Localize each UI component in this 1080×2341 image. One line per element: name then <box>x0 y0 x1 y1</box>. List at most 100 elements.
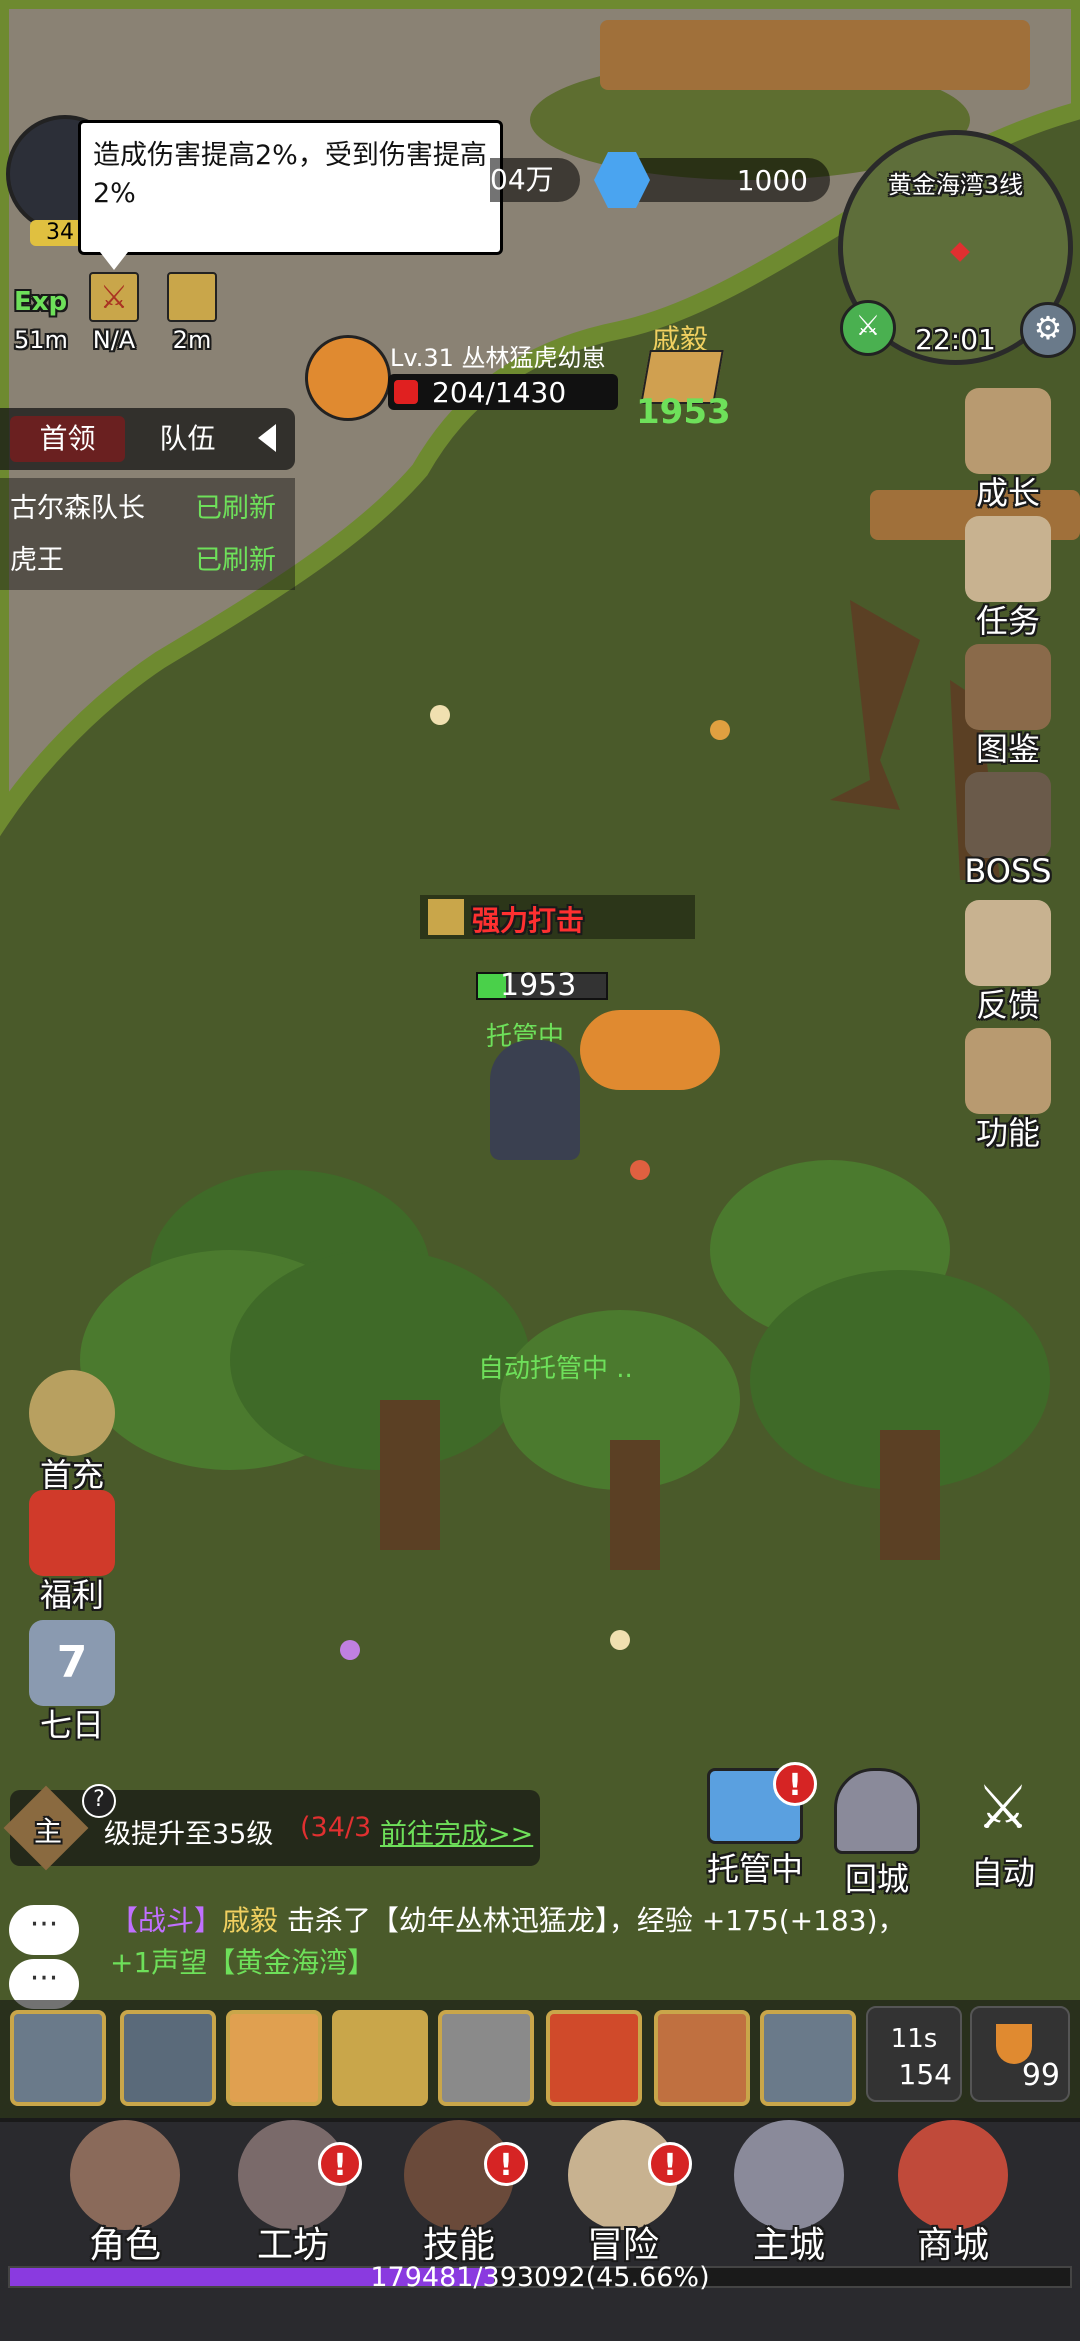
welfare-label: 福利 <box>39 1576 104 1614</box>
welfare-button[interactable]: 福利 <box>12 1490 132 1616</box>
envelope-icon <box>965 900 1051 986</box>
return-town-button[interactable]: 回城 <box>822 1768 932 1900</box>
seven-day-shield-icon: 7 <box>29 1620 115 1706</box>
cooldown-skill-slot[interactable]: 11s 154 <box>866 2006 962 2102</box>
crossed-swords-icon: ⚔ <box>89 272 139 322</box>
target-level-name: Lv.31 丛林猛虎幼崽 <box>390 344 606 372</box>
menu-feedback-button[interactable]: 反馈 <box>948 900 1068 1026</box>
buff-shout-label: 2m <box>172 326 212 354</box>
panel-collapse-icon[interactable] <box>258 424 276 452</box>
buff-exp-label: 51m <box>14 326 68 354</box>
minimap-title: 黄金海湾3线 <box>887 171 1024 199</box>
target-hp-bar: 204/1430 <box>388 374 618 410</box>
battle-cry-icon[interactable] <box>332 2010 428 2106</box>
boss-row-status: 已刷新 <box>195 545 276 576</box>
menu-boss-button[interactable]: BOSS <box>948 772 1068 890</box>
boss-skull-icon <box>965 772 1051 858</box>
menu-quest-label: 任务 <box>975 602 1040 640</box>
potion-slot[interactable]: 99 <box>970 2006 1070 2102</box>
menu-quest-button[interactable]: 任务 <box>948 516 1068 642</box>
minimap-player-marker <box>950 242 970 262</box>
alert-badge: ! <box>773 1762 817 1806</box>
nav-main-city-button[interactable]: 主城 <box>714 2120 864 2270</box>
coins-value: 04万 <box>490 163 554 196</box>
gems-bar[interactable]: 1000 <box>594 152 830 208</box>
buff-exp[interactable]: Exp 51m <box>14 272 68 354</box>
shop-stall-icon <box>898 2120 1008 2230</box>
skill-cast-icon <box>428 899 464 935</box>
minimap-battle-icon[interactable]: ⚔ <box>840 300 896 356</box>
buff-swords-label: N/A <box>92 326 136 354</box>
tab-boss[interactable]: 首领 <box>10 416 125 462</box>
portal-icon <box>834 1768 920 1854</box>
chat-bubble-icon: ··· <box>9 1905 79 1955</box>
boss-row[interactable]: 古尔森队长 已刷新 <box>10 486 290 525</box>
chat-text-2: +1声望【黄金海湾】 <box>110 1946 376 1979</box>
alert-badge: ! <box>648 2142 692 2186</box>
nav-shop-label: 商城 <box>916 2225 989 2266</box>
menu-growth-button[interactable]: 成长 <box>948 388 1068 514</box>
exp-icon: Exp <box>14 287 68 317</box>
character-icon <box>70 2120 180 2230</box>
nav-workshop-label: 工坊 <box>256 2225 329 2266</box>
nav-workshop-button[interactable]: 工坊 ! <box>218 2120 368 2270</box>
alert-badge: ! <box>484 2142 528 2186</box>
whirlwind-icon[interactable] <box>226 2010 322 2106</box>
nav-adventure-label: 冒险 <box>586 2225 659 2266</box>
menu-growth-label: 成长 <box>975 474 1040 512</box>
nav-character-button[interactable]: 角色 <box>50 2120 200 2270</box>
boss-list: 古尔森队长 已刷新 虎王 已刷新 <box>0 478 295 590</box>
buff-swords[interactable]: ⚔ N/A <box>86 272 142 354</box>
chat-player-name[interactable]: 戚毅 <box>222 1904 278 1937</box>
chat-tag: 【战斗】 <box>110 1904 223 1937</box>
nav-main-city-label: 主城 <box>752 2225 825 2266</box>
buff-tooltip-text: 造成伤害提高2%，受到伤害提高2% <box>93 140 487 209</box>
nav-skills-label: 技能 <box>422 2225 495 2266</box>
alert-badge: ! <box>318 2142 362 2186</box>
nav-skills-button[interactable]: 技能 ! <box>384 2120 534 2270</box>
return-town-label: 回城 <box>844 1860 909 1898</box>
boss-row-status: 已刷新 <box>195 493 276 524</box>
target-portrait <box>305 335 391 421</box>
cooldown-time: 11s <box>890 2024 938 2054</box>
axe-swing-icon[interactable] <box>120 2010 216 2106</box>
hammer-strike-icon[interactable] <box>438 2010 534 2106</box>
hero-skill-banner: 强力打击 <box>420 895 695 939</box>
hero-skill-text: 强力打击 <box>472 904 585 937</box>
money-bag-icon <box>29 1370 115 1456</box>
tab-team[interactable]: 队伍 <box>130 416 245 462</box>
first-recharge-button[interactable]: 首充 <box>12 1370 132 1496</box>
settings-gear-icon[interactable]: ⚙ <box>1020 302 1076 358</box>
nav-adventure-button[interactable]: 冒险 ! <box>548 2120 698 2270</box>
shout-icon <box>167 272 217 322</box>
skull-fire-icon[interactable] <box>546 2010 642 2106</box>
menu-functions-label: 功能 <box>975 1114 1040 1152</box>
exp-bar-text: 179481/393092(45.66%) <box>370 2262 710 2293</box>
boss-row[interactable]: 虎王 已刷新 <box>10 538 290 577</box>
berserk-icon[interactable] <box>654 2010 750 2106</box>
quest-text: 级提升至35级 <box>104 1819 274 1850</box>
quest-go-link[interactable]: 前往完成>> <box>380 1812 533 1851</box>
tooltip-pointer <box>100 252 128 270</box>
auto-battle-label: 自动 <box>970 1854 1035 1892</box>
auto-battle-button[interactable]: ⚔ 自动 <box>948 1768 1058 1894</box>
menu-boss-label: BOSS <box>964 852 1052 890</box>
menu-functions-button[interactable]: 功能 <box>948 1028 1068 1154</box>
buff-shout[interactable]: 2m <box>164 272 220 354</box>
book-icon <box>965 644 1051 730</box>
main-quest-bar[interactable]: 主 ? 级提升至35级 (34/3 前往完成>> <box>3 1784 540 1871</box>
menu-codex-button[interactable]: 图鉴 <box>948 644 1068 770</box>
seven-day-button[interactable]: 7 七日 <box>12 1620 132 1746</box>
buffs-row: Exp 51m ⚔ N/A 2m <box>14 272 224 362</box>
gift-box-icon <box>29 1490 115 1576</box>
chat-text: 击杀了【幼年丛林迅猛龙】，经验 +175(+183)， <box>278 1904 906 1937</box>
boss-row-name: 古尔森队长 <box>10 493 145 524</box>
claw-slash-icon[interactable] <box>10 2010 106 2106</box>
auto-manage-button[interactable]: 托管中 ! <box>695 1762 817 1890</box>
cooldown-count: 154 <box>898 2058 952 2091</box>
nav-shop-button[interactable]: 商城 <box>878 2120 1028 2270</box>
quest-main-prefix: 主 <box>34 1815 63 1848</box>
quest-scroll-icon <box>965 516 1051 602</box>
nav-character-label: 角色 <box>88 2225 161 2266</box>
shield-star-icon[interactable] <box>760 2010 856 2106</box>
